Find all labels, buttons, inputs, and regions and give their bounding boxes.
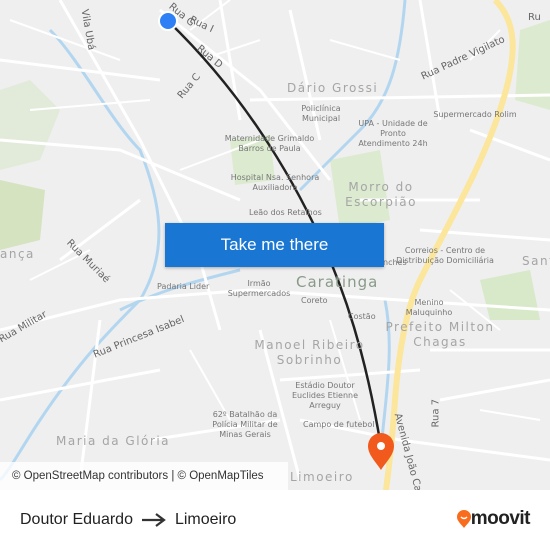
park-area [480, 270, 540, 320]
map[interactable]: Vila Ubá Rua G Rua I Rua D Rua C Rua Pad… [0, 0, 550, 490]
neighborhood-label: Prefeito Milton Chagas [385, 320, 495, 349]
highway [383, 0, 516, 490]
map-attribution: © OpenStreetMap contributors | © OpenMap… [0, 462, 288, 490]
osm-attribution-link[interactable]: © OpenStreetMap contributors [12, 470, 168, 482]
neighborhood-label: Manoel Ribeiro Sobrinho [254, 338, 365, 367]
neighborhood-label: Dário Grossi [287, 81, 379, 95]
poi-label: Correios - Centro de Distribuição Domici… [396, 246, 494, 265]
destination-name: Limoeiro [174, 511, 237, 528]
park-area [0, 80, 60, 170]
neighborhood-label: Limoeiro [290, 470, 354, 484]
poi-label: Supermercado Rolim [433, 110, 517, 119]
poi-label: Estádio Doutor Euclides Etienne Arreguy [291, 381, 359, 410]
arrow-right-icon [141, 513, 166, 527]
poi-label: Hospital Nsa. Senhora Auxiliadora [230, 173, 320, 192]
city-label: Caratinga [296, 273, 379, 291]
poi-label: Costão [348, 312, 376, 321]
moovit-pin-icon [456, 510, 471, 528]
neighborhood-label: ança [0, 247, 35, 261]
poi-label: Policlínica Municipal [301, 104, 341, 123]
poi-label: Coreto [301, 296, 328, 305]
origin-name: Doutor Eduardo [20, 511, 133, 528]
route-summary: Doutor Eduardo Limoeiro [20, 511, 236, 529]
poi-label: 62º Batalhão da Polícia Militar de Minas… [212, 410, 278, 439]
poi-label: Campo de futebol [303, 420, 375, 429]
take-me-there-button[interactable]: Take me there [165, 223, 384, 267]
neighborhood-label: Maria da Glória [56, 434, 171, 448]
moovit-logo: moovit [456, 508, 531, 530]
poi-label: Menino Maluquinho [405, 298, 453, 317]
poi-label: Leão dos Retalhos [249, 208, 322, 217]
street-label: Ru [528, 12, 541, 23]
street-label: Rua 7 [430, 398, 442, 428]
openmaptiles-attribution-link[interactable]: © OpenMapTiles [178, 470, 264, 482]
poi-label: Padaria Lider [157, 282, 210, 291]
poi-label: Irmão Supermercados [227, 279, 291, 298]
park-area [0, 180, 45, 250]
poi-label: Maternidade Grimaldo Barros de Paula [224, 134, 315, 153]
neighborhood-label: Morro do Escorpião [345, 180, 417, 209]
poi-label: UPA - Unidade de Pronto Atendimento 24h [358, 119, 428, 148]
attribution-separator: | [168, 470, 178, 482]
neighborhood-label: Sant [522, 254, 550, 268]
brand-name: moovit [470, 508, 531, 529]
poi-label: nches [383, 258, 407, 267]
